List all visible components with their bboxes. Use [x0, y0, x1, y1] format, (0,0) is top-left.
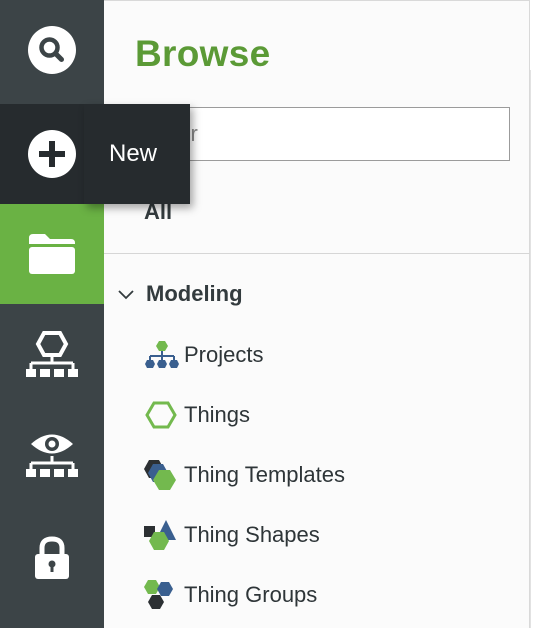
nav-item-label: Things	[184, 402, 251, 427]
rail-monitoring-button[interactable]	[0, 404, 104, 504]
new-tooltip: New	[84, 104, 190, 204]
chevron-down-icon	[118, 290, 134, 300]
nav-item-thing-groups[interactable]: Thing Groups	[144, 575, 317, 615]
nav-item-label: Projects	[184, 342, 264, 367]
thing-hexagon-icon	[144, 397, 180, 433]
nav-item-label: Thing Groups	[184, 582, 318, 607]
thing-shapes-icon	[144, 517, 180, 553]
rail-browse-button[interactable]	[0, 204, 104, 304]
scrollbar-track[interactable]	[530, 70, 544, 628]
thing-groups-icon	[144, 577, 180, 613]
section-modeling[interactable]: Modeling	[116, 281, 243, 307]
nav-rail	[0, 0, 104, 628]
nav-item-projects[interactable]: Projects	[144, 335, 263, 375]
plus-circle-icon	[28, 130, 76, 178]
browse-panel: Browse All Modeling Projects	[104, 0, 530, 628]
nav-item-label: Thing Templates	[184, 462, 346, 487]
thing-templates-icon	[144, 457, 180, 493]
tooltip-label: New	[109, 140, 158, 167]
filter-input[interactable]	[136, 107, 510, 161]
rail-model-hierarchy-button[interactable]	[0, 304, 104, 404]
nav-item-label: Thing Shapes	[184, 522, 320, 547]
section-label: Modeling	[146, 281, 243, 306]
nav-item-thing-templates[interactable]: Thing Templates	[144, 455, 345, 495]
right-edge	[530, 0, 544, 628]
rail-search-button[interactable]	[0, 0, 104, 100]
folder-icon	[29, 234, 75, 274]
nav-item-things[interactable]: Things	[144, 395, 250, 435]
divider	[104, 253, 530, 254]
lock-icon	[35, 536, 69, 579]
search-icon	[28, 26, 76, 74]
page-title: Browse	[135, 33, 271, 74]
projects-icon	[144, 337, 180, 373]
hierarchy-hexagon-icon	[26, 331, 78, 377]
nav-item-thing-shapes[interactable]: Thing Shapes	[144, 515, 320, 555]
eye-network-icon	[26, 434, 78, 477]
rail-security-button[interactable]	[0, 508, 104, 608]
